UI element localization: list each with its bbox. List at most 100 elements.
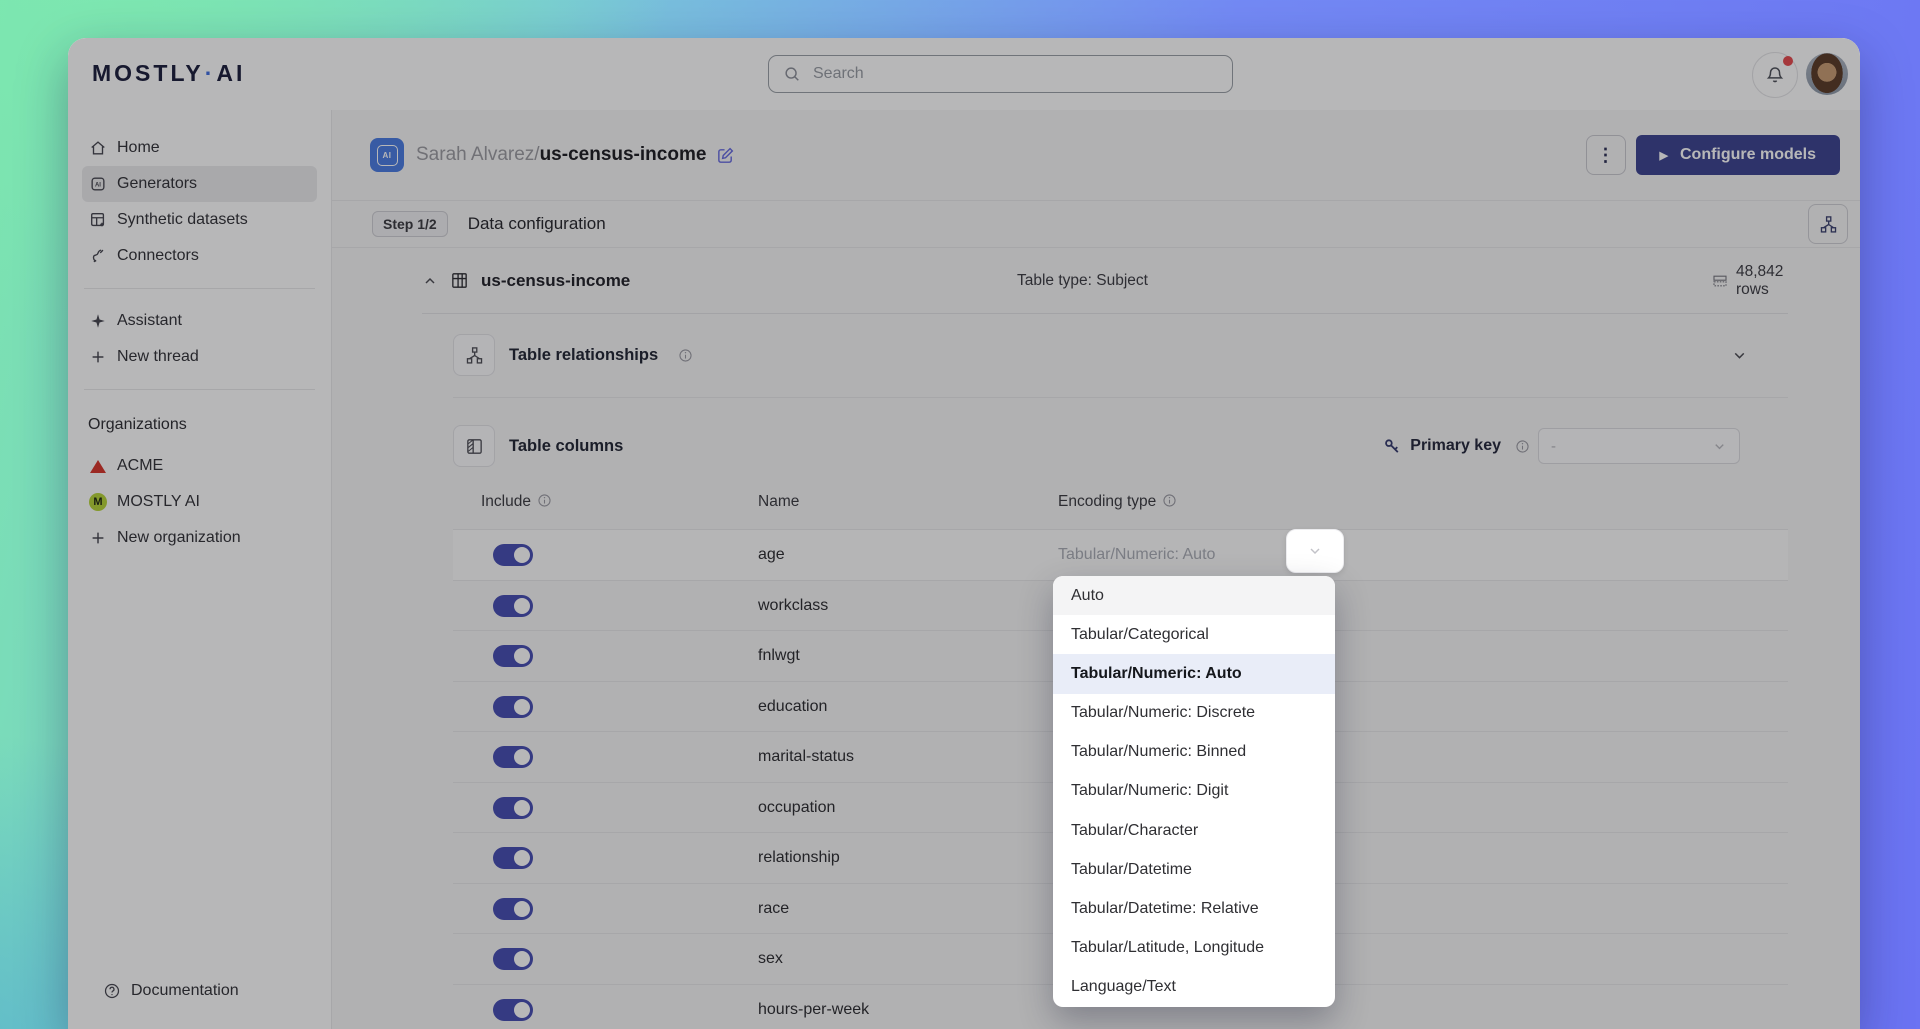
chevron-down-icon [1712, 439, 1727, 454]
svg-text:AI: AI [95, 182, 101, 188]
include-toggle[interactable] [493, 797, 533, 819]
column-name: workclass [758, 581, 828, 631]
sidebar-item-label: Assistant [117, 312, 182, 330]
sidebar-org-mostly-ai[interactable]: M MOSTLY AI [82, 484, 317, 520]
column-name: race [758, 884, 789, 934]
more-actions-button[interactable]: ⋮ [1586, 135, 1626, 175]
sidebar-item-new-organization[interactable]: New organization [82, 520, 317, 556]
organizations-label: Organizations [88, 416, 311, 434]
include-toggle[interactable] [493, 696, 533, 718]
row-count-group: 48,842 rows [1712, 263, 1788, 299]
dropdown-option[interactable]: Tabular/Datetime: Relative [1053, 889, 1335, 928]
column-name: fnlwgt [758, 631, 800, 681]
sidebar-item-label: Synthetic datasets [117, 211, 248, 229]
info-icon[interactable] [678, 348, 693, 363]
column-name: sex [758, 934, 783, 984]
search-icon [783, 65, 801, 83]
include-toggle[interactable] [493, 948, 533, 970]
mostly-ai-logo: MOSTLY·AI [92, 60, 245, 87]
table-relationships-row[interactable]: Table relationships [453, 313, 1788, 398]
notifications-button[interactable] [1752, 52, 1798, 98]
include-toggle[interactable] [493, 847, 533, 869]
sidebar-item-label: New thread [117, 348, 199, 366]
column-name: relationship [758, 833, 840, 883]
dropdown-option[interactable]: Tabular/Numeric: Digit [1053, 772, 1335, 811]
sidebar-divider [84, 288, 315, 289]
sidebar-item-label: Documentation [131, 982, 239, 1000]
network-icon [1819, 215, 1838, 234]
generator-name: us-census-income [540, 144, 707, 166]
dropdown-option-label: Language/Text [1071, 978, 1176, 996]
dropdown-option[interactable]: Tabular/Categorical [1053, 615, 1335, 654]
dropdown-option[interactable]: Tabular/Numeric: Auto [1053, 654, 1335, 693]
dropdown-option-label: Tabular/Numeric: Discrete [1071, 704, 1255, 722]
info-icon[interactable] [537, 493, 552, 508]
generator-title-row: AI Sarah Alvarez/ us-census-income ⋮ ▶Co… [332, 110, 1860, 200]
dropdown-option[interactable]: Auto [1053, 576, 1335, 615]
include-toggle[interactable] [493, 645, 533, 667]
dropdown-option-label: Tabular/Numeric: Digit [1071, 782, 1228, 800]
include-header: Include [481, 474, 552, 529]
search-input[interactable] [811, 64, 1218, 84]
column-name: hours-per-week [758, 985, 869, 1029]
table-row: age Tabular/Numeric: Auto [453, 529, 1788, 580]
generator-owner: Sarah Alvarez/ [416, 144, 540, 166]
configure-models-button[interactable]: ▶Configure models [1636, 135, 1840, 175]
dropdown-option[interactable]: Tabular/Character [1053, 811, 1335, 850]
app-window: MOSTLY·AI Home AI Generators Synt [68, 38, 1860, 1029]
dropdown-option-label: Tabular/Datetime [1071, 861, 1192, 879]
synthetic-datasets-icon [88, 210, 108, 230]
chevron-down-icon [1307, 543, 1323, 559]
sidebar-item-label: Home [117, 139, 160, 157]
dropdown-option-label: Tabular/Character [1071, 822, 1198, 840]
table-columns-label: Table columns [509, 437, 623, 456]
include-toggle[interactable] [493, 595, 533, 617]
sidebar-item-connectors[interactable]: Connectors [82, 238, 317, 274]
sidebar-item-documentation[interactable]: Documentation [96, 973, 303, 1009]
step-badge: Step 1/2 [372, 211, 448, 237]
user-avatar[interactable] [1806, 53, 1848, 95]
table-columns-row: Table columns Primary key - [453, 418, 1788, 474]
key-icon [1383, 437, 1402, 456]
dropdown-option-label: Tabular/Datetime: Relative [1071, 900, 1259, 918]
sidebar-item-label: ACME [117, 457, 163, 475]
model-configuration-button[interactable] [1808, 204, 1848, 244]
sidebar-item-synthetic-datasets[interactable]: Synthetic datasets [82, 202, 317, 238]
dropdown-option[interactable]: Tabular/Latitude, Longitude [1053, 929, 1335, 968]
mostly-ai-org-icon: M [88, 492, 108, 512]
collapse-chevron-icon[interactable] [422, 273, 438, 289]
dropdown-option[interactable]: Language/Text [1053, 968, 1335, 1007]
sidebar-org-acme[interactable]: ACME [82, 448, 317, 484]
primary-key-select[interactable]: - [1538, 428, 1740, 464]
home-icon [88, 138, 108, 158]
sidebar-divider [84, 389, 315, 390]
plus-icon [88, 347, 108, 367]
sidebar-item-assistant[interactable]: Assistant [82, 303, 317, 339]
search-bar[interactable] [768, 55, 1233, 93]
include-toggle[interactable] [493, 544, 533, 566]
dropdown-option[interactable]: Tabular/Numeric: Binned [1053, 733, 1335, 772]
sidebar-item-home[interactable]: Home [82, 130, 317, 166]
dropdown-option[interactable]: Tabular/Numeric: Discrete [1053, 694, 1335, 733]
primary-key-value: - [1551, 438, 1556, 455]
table-type-label: Table type: Subject [1017, 272, 1148, 290]
encoding-type-header: Encoding type [1058, 474, 1177, 529]
dropdown-option[interactable]: Tabular/Datetime [1053, 850, 1335, 889]
sidebar-item-label: Generators [117, 175, 197, 193]
info-icon[interactable] [1515, 439, 1530, 454]
notification-dot [1783, 56, 1793, 66]
dropdown-option-label: Auto [1071, 587, 1104, 605]
include-toggle[interactable] [493, 746, 533, 768]
expand-chevron-icon[interactable] [1731, 347, 1748, 364]
table-columns-icon [453, 425, 495, 467]
include-toggle[interactable] [493, 999, 533, 1021]
name-header: Name [758, 474, 799, 529]
encoding-select-trigger[interactable] [1286, 529, 1344, 573]
sidebar-item-new-thread[interactable]: New thread [82, 339, 317, 375]
edit-name-icon[interactable] [716, 146, 735, 165]
sidebar-item-generators[interactable]: AI Generators [82, 166, 317, 202]
column-encoding-value: Tabular/Numeric: Auto [1058, 530, 1215, 580]
primary-key-label: Primary key [1410, 437, 1501, 455]
include-toggle[interactable] [493, 898, 533, 920]
info-icon[interactable] [1162, 493, 1177, 508]
